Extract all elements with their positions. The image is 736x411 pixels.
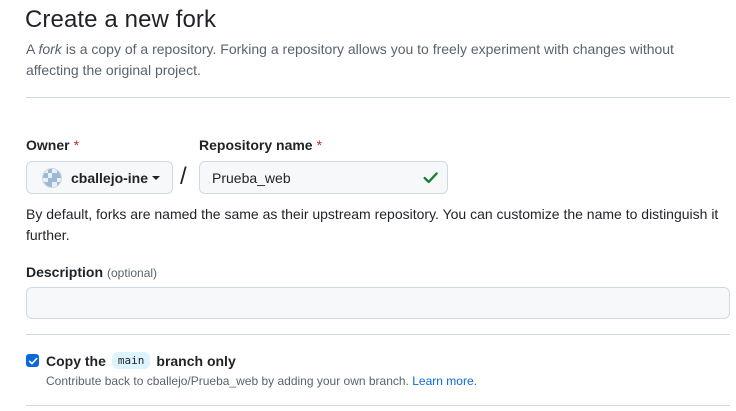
naming-hint: By default, forks are named the same as … bbox=[26, 206, 719, 243]
page-title: Create a new fork bbox=[25, 6, 217, 33]
description-label: Description (optional) bbox=[26, 264, 158, 280]
owner-name: cballejo-ine bbox=[71, 169, 149, 186]
owner-avatar bbox=[42, 167, 62, 188]
page-subtitle: A fork is a copy of a repository. Forkin… bbox=[26, 41, 674, 78]
check-icon bbox=[423, 172, 438, 184]
optional-tag: (optional) bbox=[107, 266, 158, 280]
header-divider bbox=[26, 97, 730, 98]
copy-main-branch-checkbox[interactable] bbox=[26, 354, 39, 367]
copy-branch-label[interactable]: Copy the main branch only bbox=[46, 352, 236, 369]
copy-branch-note: Contribute back to cballejo/Prueba_web b… bbox=[46, 374, 477, 388]
fork-page: Create a new fork A fork is a copy of a … bbox=[0, 0, 736, 411]
owner-select-button[interactable]: cballejo-ine bbox=[26, 161, 173, 194]
owner-repo-separator: / bbox=[180, 163, 187, 190]
owner-label: Owner * bbox=[26, 137, 80, 153]
caret-down-icon bbox=[152, 175, 161, 180]
footer-divider bbox=[26, 405, 730, 406]
description-input[interactable] bbox=[26, 287, 730, 319]
checkmark-icon bbox=[28, 357, 37, 364]
branch-name-code: main bbox=[111, 352, 151, 369]
learn-more-link[interactable]: Learn more. bbox=[412, 374, 477, 388]
options-divider bbox=[26, 334, 730, 335]
repository-name-label: Repository name * bbox=[199, 137, 323, 153]
fork-term: fork bbox=[38, 41, 62, 57]
repository-name-input[interactable] bbox=[199, 161, 448, 194]
